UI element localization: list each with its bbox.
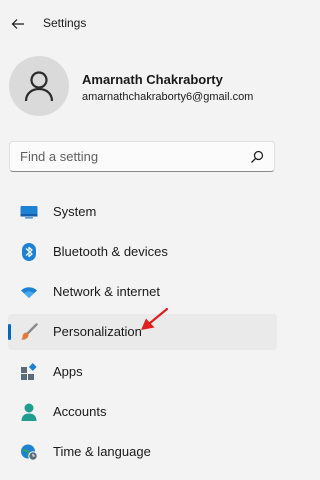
nav-item-network-internet[interactable]: Network & internet <box>8 274 277 310</box>
nav-label-time-language: Time & language <box>53 444 151 459</box>
user-name: Amarnath Chakraborty <box>82 72 223 87</box>
selection-indicator <box>8 324 11 340</box>
wifi-icon <box>20 283 38 301</box>
search-input[interactable] <box>10 142 240 171</box>
nav-item-bluetooth-devices[interactable]: Bluetooth & devices <box>8 234 277 270</box>
nav-label-accounts: Accounts <box>53 404 107 419</box>
app-title: Settings <box>43 16 87 30</box>
nav-label-personalization: Personalization <box>53 324 142 339</box>
user-profile: Amarnath Chakraborty amarnathchakraborty… <box>0 56 305 120</box>
nav-item-time-language[interactable]: Time & language <box>8 434 277 470</box>
nav-label-apps: Apps <box>53 364 83 379</box>
back-arrow-icon <box>11 19 24 29</box>
nav-item-accounts[interactable]: Accounts <box>8 394 277 430</box>
nav-item-apps[interactable]: Apps <box>8 354 277 390</box>
nav-item-system[interactable]: System <box>8 194 277 230</box>
monitor-icon <box>20 203 38 221</box>
globe-clock-icon <box>20 443 38 461</box>
nav-label-network-internet: Network & internet <box>53 284 160 299</box>
title-bar: Settings <box>0 0 305 48</box>
bluetooth-icon <box>20 243 38 261</box>
brush-icon <box>20 323 38 341</box>
person-icon <box>20 403 38 421</box>
user-avatar-icon <box>24 71 54 102</box>
nav-label-bluetooth-devices: Bluetooth & devices <box>53 244 168 259</box>
search-icon[interactable] <box>250 150 264 164</box>
settings-nav: System Bluetooth & devices Network & int… <box>0 194 305 474</box>
user-email: amarnathchakraborty6@gmail.com <box>82 91 254 103</box>
search-box[interactable] <box>9 141 275 172</box>
back-button[interactable] <box>6 12 30 36</box>
nav-label-system: System <box>53 204 97 219</box>
annotation-arrow-icon <box>141 307 169 330</box>
avatar[interactable] <box>9 56 69 116</box>
apps-icon <box>20 363 38 381</box>
